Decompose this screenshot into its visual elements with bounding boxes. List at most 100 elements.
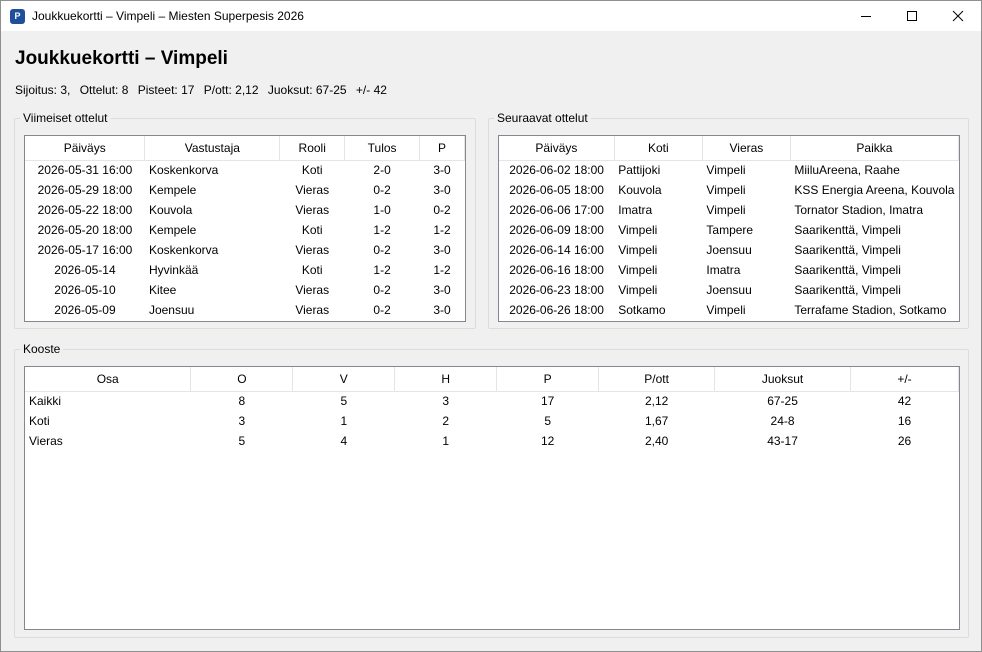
- cell-away: Tampere: [706, 223, 754, 237]
- cell-date: 2026-05-29 18:00: [37, 183, 133, 197]
- col-header-losses[interactable]: H: [394, 367, 498, 392]
- table-row[interactable]: 2026-05-31 16:00 Koskenkorva Koti 2-0 3-0: [25, 160, 465, 180]
- col-header-result[interactable]: Tulos: [344, 136, 421, 161]
- recent-matches-table[interactable]: Päiväys Vastustaja Rooli Tulos P 2026-05…: [24, 135, 466, 322]
- table-row[interactable]: 2026-06-14 16:00 Vimpeli Joensuu Saarikentt…: [499, 240, 959, 260]
- cell-date: 2026-05-22 18:00: [37, 203, 133, 217]
- cell-games: 3: [238, 414, 246, 428]
- cell-result: 0-2: [373, 283, 391, 297]
- cell-away: Joensuu: [706, 283, 752, 297]
- cell-part: Koti: [29, 414, 50, 428]
- cell-home: Vimpeli: [618, 243, 658, 257]
- cell-p: 3-0: [433, 243, 451, 257]
- table-header-row: Päiväys Koti Vieras Paikka: [499, 136, 959, 161]
- col-header-date[interactable]: Päiväys: [499, 136, 615, 161]
- table-row[interactable]: 2026-05-20 18:00 Kempele Koti 1-2 1-2: [25, 220, 465, 240]
- title-bar[interactable]: P Joukkuekortti – Vimpeli – Miesten Supe…: [1, 1, 981, 31]
- table-row[interactable]: Vieras 5 4 1 12 2,40 43-17 26: [25, 431, 959, 451]
- col-header-venue[interactable]: Paikka: [790, 136, 959, 161]
- cell-role: Vieras: [295, 303, 330, 317]
- cell-date: 2026-05-20 18:00: [37, 223, 133, 237]
- table-row[interactable]: Koti 3 1 2 5 1,67 24-8 16: [25, 411, 959, 431]
- cell-opponent: Kitee: [148, 283, 177, 297]
- col-header-runs[interactable]: Juoksut: [714, 367, 852, 392]
- cell-date: 2026-05-17 16:00: [37, 243, 133, 257]
- table-row[interactable]: 2026-06-09 18:00 Vimpeli Tampere Saarikentt…: [499, 220, 959, 240]
- maximize-button[interactable]: [889, 1, 935, 31]
- cell-opponent: Kempele: [148, 223, 197, 237]
- col-header-points-per-game[interactable]: P/ott: [598, 367, 716, 392]
- cell-date: 2026-06-23 18:00: [509, 283, 604, 297]
- cell-points-per-game: 2,40: [644, 434, 669, 448]
- table-row[interactable]: 2026-05-10 Kitee Vieras 0-2 3-0: [25, 280, 465, 300]
- upcoming-matches-table[interactable]: Päiväys Koti Vieras Paikka 2026-06-02 18…: [498, 135, 960, 322]
- table-row[interactable]: 2026-06-02 18:00 Pattijoki Vimpeli MiiluAre…: [499, 160, 959, 180]
- table-row[interactable]: 2026-05-14 Hyvinkää Koti 1-2 1-2: [25, 260, 465, 280]
- cell-venue: Saarikenttä, Vimpeli: [794, 223, 901, 237]
- cell-role: Vieras: [295, 283, 330, 297]
- table-row[interactable]: 2026-05-09 Joensuu Vieras 0-2 3-0: [25, 300, 465, 320]
- col-header-home[interactable]: Koti: [614, 136, 703, 161]
- app-icon: P: [10, 9, 25, 24]
- cell-date: 2026-06-09 18:00: [509, 223, 604, 237]
- cell-points: 12: [541, 434, 555, 448]
- cell-date: 2026-06-14 16:00: [509, 243, 604, 257]
- cell-diff: 26: [897, 434, 912, 448]
- col-header-date[interactable]: Päiväys: [25, 136, 146, 161]
- cell-date: 2026-05-10: [54, 283, 116, 297]
- cell-home: Imatra: [618, 203, 653, 217]
- table-row[interactable]: 2026-05-22 18:00 Kouvola Vieras 1-0 0-2: [25, 200, 465, 220]
- col-header-wins[interactable]: V: [292, 367, 396, 392]
- cell-wins: 4: [340, 434, 348, 448]
- cell-role: Koti: [301, 263, 323, 277]
- upcoming-matches-label: Seuraavat ottelut: [494, 111, 591, 125]
- summary-table[interactable]: Osa O V H P P/ott Juoksut +/- Kaikki 8 5 3 1…: [24, 366, 960, 630]
- cell-runs: 24-8: [770, 414, 795, 428]
- cell-date: 2026-06-26 18:00: [509, 303, 604, 317]
- cell-opponent: Joensuu: [148, 303, 195, 317]
- col-header-points[interactable]: P: [496, 367, 600, 392]
- cell-result: 0-2: [373, 243, 391, 257]
- recent-matches-label: Viimeiset ottelut: [20, 111, 111, 125]
- table-row[interactable]: 2026-06-05 18:00 Kouvola Vimpeli KSS Energi…: [499, 180, 959, 200]
- cell-losses: 1: [442, 434, 450, 448]
- minimize-button[interactable]: [843, 1, 889, 31]
- cell-diff: 42: [897, 394, 912, 409]
- table-row[interactable]: Kaikki 8 5 3 17 2,12 67-25 42: [25, 391, 959, 411]
- close-button[interactable]: [935, 1, 981, 31]
- table-row[interactable]: 2026-06-23 18:00 Vimpeli Joensuu Saarikentt…: [499, 280, 959, 300]
- cell-runs: 43-17: [767, 434, 798, 448]
- cell-venue: MiiluAreena, Raahe: [794, 163, 900, 178]
- col-header-part[interactable]: Osa: [25, 367, 192, 392]
- col-header-role[interactable]: Rooli: [279, 136, 346, 161]
- table-row[interactable]: 2026-06-26 18:00 Sotkamo Vimpeli Terrafame …: [499, 300, 959, 320]
- col-header-away[interactable]: Vieras: [702, 136, 791, 161]
- col-header-opponent[interactable]: Vastustaja: [144, 136, 281, 161]
- table-row[interactable]: 2026-06-16 18:00 Vimpeli Imatra Saarikenttä…: [499, 260, 959, 280]
- page-title: Joukkuekortti – Vimpeli: [15, 48, 228, 69]
- cell-result: 2-0: [373, 163, 391, 178]
- col-header-games[interactable]: O: [190, 367, 294, 392]
- table-row[interactable]: 2026-05-29 18:00 Kempele Vieras 0-2 3-0: [25, 180, 465, 200]
- cell-home: Pattijoki: [618, 163, 661, 178]
- cell-part: Vieras: [29, 434, 63, 448]
- cell-points: 5: [544, 414, 552, 428]
- cell-away: Vimpeli: [706, 163, 746, 178]
- cell-p: 0-2: [433, 203, 451, 217]
- cell-role: Vieras: [295, 243, 330, 257]
- stat-runs: Juoksut: 67-25: [267, 83, 347, 97]
- col-header-diff[interactable]: +/-: [850, 367, 959, 392]
- cell-home: Vimpeli: [618, 263, 658, 277]
- cell-date: 2026-05-31 16:00: [37, 163, 133, 178]
- table-row[interactable]: 2026-06-06 17:00 Imatra Vimpeli Tornator St…: [499, 200, 959, 220]
- col-header-p[interactable]: P: [419, 136, 465, 161]
- upcoming-matches-group: Seuraavat ottelut Päiväys Koti Vieras Pa…: [488, 111, 969, 329]
- cell-points: 17: [541, 394, 555, 409]
- cell-p: 1-2: [433, 223, 451, 237]
- cell-away: Imatra: [706, 263, 741, 277]
- cell-p: 3-0: [433, 183, 451, 197]
- cell-date: 2026-06-16 18:00: [509, 263, 604, 277]
- table-row[interactable]: 2026-05-17 16:00 Koskenkorva Vieras 0-2 3-0: [25, 240, 465, 260]
- cell-role: Vieras: [295, 183, 330, 197]
- cell-result: 1-2: [373, 263, 391, 277]
